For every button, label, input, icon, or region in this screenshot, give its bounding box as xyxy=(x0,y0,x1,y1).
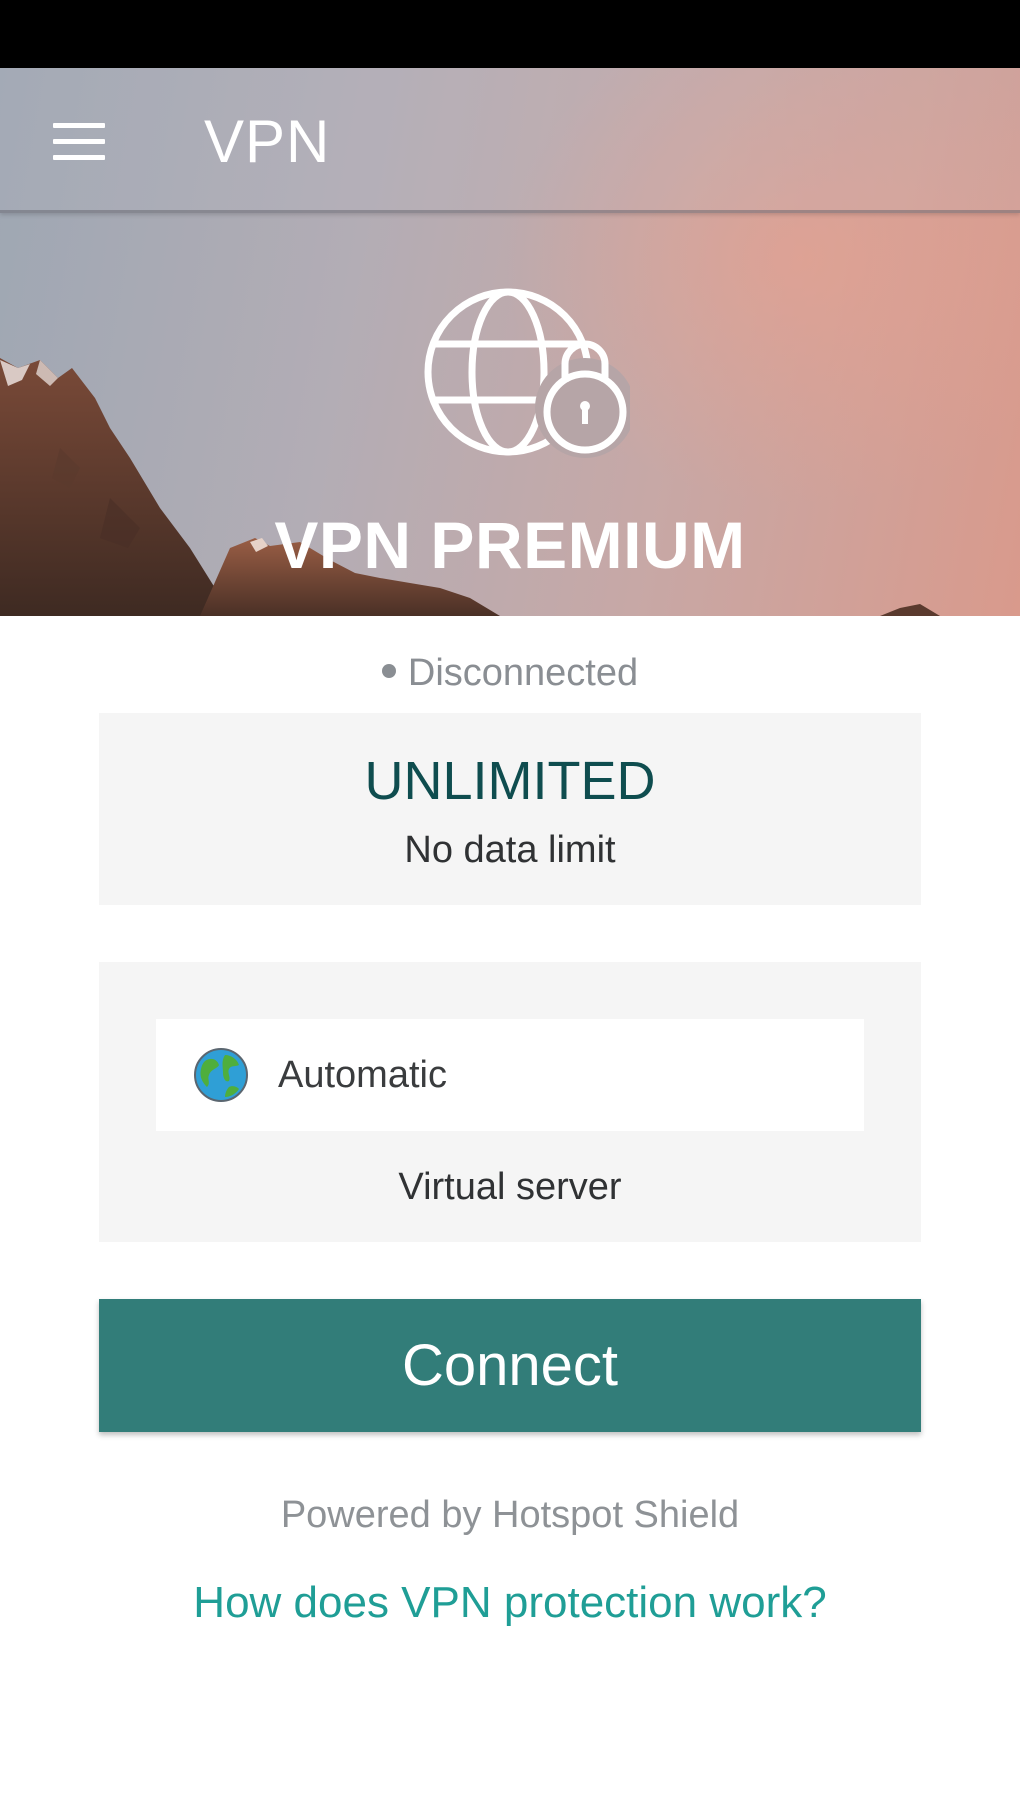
data-plan-card: UNLIMITED No data limit xyxy=(99,713,921,905)
server-card: Automatic Virtual server xyxy=(99,962,921,1242)
connection-status: Disconnected xyxy=(0,648,1020,698)
status-dot-icon xyxy=(381,663,396,678)
plan-title: UNLIMITED xyxy=(364,751,656,811)
hero-title: VPN PREMIUM xyxy=(274,508,746,582)
globe-lock-icon xyxy=(424,288,630,458)
hamburger-menu-icon[interactable] xyxy=(40,110,118,172)
server-location-selector[interactable]: Automatic xyxy=(156,1019,864,1131)
app-bar: VPN xyxy=(0,68,1020,213)
connection-status-label: Disconnected xyxy=(407,652,639,694)
plan-subtitle: No data limit xyxy=(404,829,616,871)
earth-globe-icon xyxy=(194,1048,248,1102)
app-title: VPN xyxy=(204,108,331,175)
server-type-label: Virtual server xyxy=(398,1166,622,1208)
server-location-label: Automatic xyxy=(278,1054,447,1096)
powered-by-text: Powered by Hotspot Shield xyxy=(280,1494,740,1536)
status-bar xyxy=(0,0,1020,68)
vpn-help-link[interactable]: How does VPN protection work? xyxy=(0,1576,1020,1630)
connect-button[interactable]: Connect xyxy=(99,1299,921,1432)
